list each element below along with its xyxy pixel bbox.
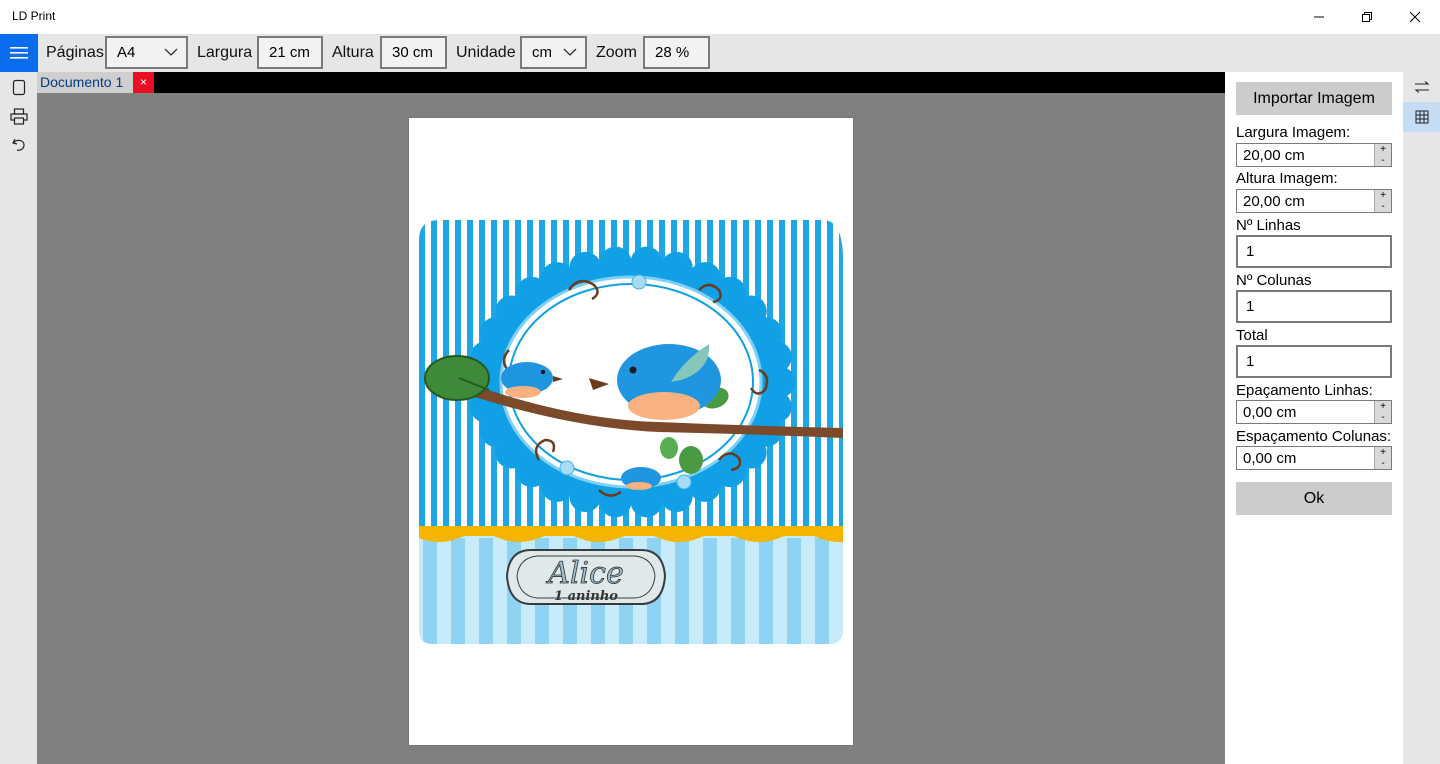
unit-label: Unidade (456, 44, 516, 61)
new-page-button[interactable] (9, 77, 29, 97)
pages-label: Páginas (46, 44, 104, 61)
undo-icon (12, 138, 25, 151)
print-button[interactable] (9, 106, 29, 126)
zoom-value: 28 % (655, 44, 690, 61)
close-button[interactable] (1392, 0, 1438, 34)
spin-down-icon[interactable]: - (1381, 412, 1384, 423)
spin-down-icon[interactable]: - (1381, 458, 1384, 469)
spin-up-icon[interactable]: + (1380, 401, 1386, 412)
zoom-input[interactable]: 28 % (643, 36, 710, 69)
height-input[interactable]: 30 cm (380, 36, 447, 69)
restore-button[interactable] (1344, 0, 1390, 34)
col-spacing-spinner[interactable]: + - (1374, 447, 1391, 469)
grid-icon (1415, 110, 1428, 124)
minimize-icon (1314, 16, 1324, 18)
tab-close-button[interactable]: × (133, 72, 154, 93)
title-bar: LD Print (0, 0, 1440, 34)
app-title: LD Print (12, 9, 56, 23)
width-input[interactable]: 21 cm (257, 36, 323, 69)
toolbar: Páginas A4 Largura 21 cm Altura 30 cm Un… (0, 34, 1440, 72)
printer-icon (10, 107, 28, 125)
unit-value: cm (532, 44, 552, 61)
import-image-button[interactable]: Importar Imagem (1236, 82, 1392, 115)
swap-arrows-icon (1413, 81, 1430, 93)
chevron-down-icon (164, 48, 178, 56)
unit-select[interactable]: cm (520, 36, 587, 69)
image-height-spinner[interactable]: + - (1374, 190, 1391, 212)
col-spacing-input[interactable]: 0,00 cm + - (1236, 446, 1392, 470)
pages-select[interactable]: A4 (105, 36, 188, 69)
label-sub-text: 1 aninho (554, 589, 618, 604)
pages-value: A4 (117, 44, 136, 61)
swap-button[interactable] (1403, 72, 1440, 102)
col-spacing-label: Espaçamento Colunas: (1236, 428, 1392, 445)
rows-label: Nº Linhas (1236, 217, 1301, 234)
close-icon (1409, 11, 1421, 23)
minimize-button[interactable] (1296, 0, 1342, 34)
print-page: Alice 1 aninho (409, 118, 853, 745)
placed-image[interactable]: Alice 1 aninho (419, 220, 843, 644)
image-width-label: Largura Imagem: (1236, 124, 1351, 141)
chevron-down-icon (563, 48, 577, 56)
close-icon: × (139, 75, 147, 89)
total-label: Total (1236, 327, 1268, 344)
height-value: 30 cm (392, 44, 433, 61)
restore-icon (1362, 12, 1372, 22)
total-input[interactable]: 1 (1236, 345, 1392, 378)
spin-up-icon[interactable]: + (1380, 447, 1386, 458)
row-spacing-value: 0,00 cm (1243, 404, 1297, 421)
spin-down-icon[interactable]: - (1381, 201, 1384, 212)
image-height-value: 20,00 cm (1243, 193, 1305, 210)
image-height-input[interactable]: 20,00 cm + - (1236, 189, 1392, 213)
spin-up-icon[interactable]: + (1380, 190, 1386, 201)
col-spacing-value: 0,00 cm (1243, 450, 1297, 467)
tab-document-1[interactable]: Documento 1 (37, 72, 133, 93)
cols-label: Nº Colunas (1236, 272, 1312, 289)
row-spacing-label: Epaçamento Linhas: (1236, 382, 1373, 399)
row-spacing-input[interactable]: 0,00 cm + - (1236, 400, 1392, 424)
image-settings-panel: Importar Imagem Largura Imagem: 20,00 cm… (1225, 72, 1403, 764)
menu-button[interactable] (0, 34, 38, 72)
spin-up-icon[interactable]: + (1380, 144, 1386, 155)
rows-input[interactable]: 1 (1236, 235, 1392, 268)
cols-input[interactable]: 1 (1236, 290, 1392, 323)
left-rail (0, 72, 37, 764)
document-canvas: Documento 1 × Alice 1 aninho (37, 72, 1225, 764)
image-width-value: 20,00 cm (1243, 147, 1305, 164)
width-value: 21 cm (269, 44, 310, 61)
spin-down-icon[interactable]: - (1381, 155, 1384, 166)
tab-strip: Documento 1 × (37, 72, 1225, 93)
image-width-input[interactable]: 20,00 cm + - (1236, 143, 1392, 167)
zoom-label: Zoom (596, 44, 637, 61)
tab-label: Documento 1 (40, 74, 124, 90)
hamburger-icon (10, 47, 28, 59)
undo-button[interactable] (9, 135, 29, 155)
label-main-text: Alice (545, 556, 623, 591)
image-height-label: Altura Imagem: (1236, 170, 1338, 187)
height-label: Altura (332, 44, 374, 61)
ok-button[interactable]: Ok (1236, 482, 1392, 515)
image-width-spinner[interactable]: + - (1374, 144, 1391, 166)
width-label: Largura (197, 44, 253, 61)
row-spacing-spinner[interactable]: + - (1374, 401, 1391, 423)
right-rail (1403, 72, 1440, 764)
page-icon (12, 79, 26, 95)
grid-button[interactable] (1403, 102, 1440, 132)
